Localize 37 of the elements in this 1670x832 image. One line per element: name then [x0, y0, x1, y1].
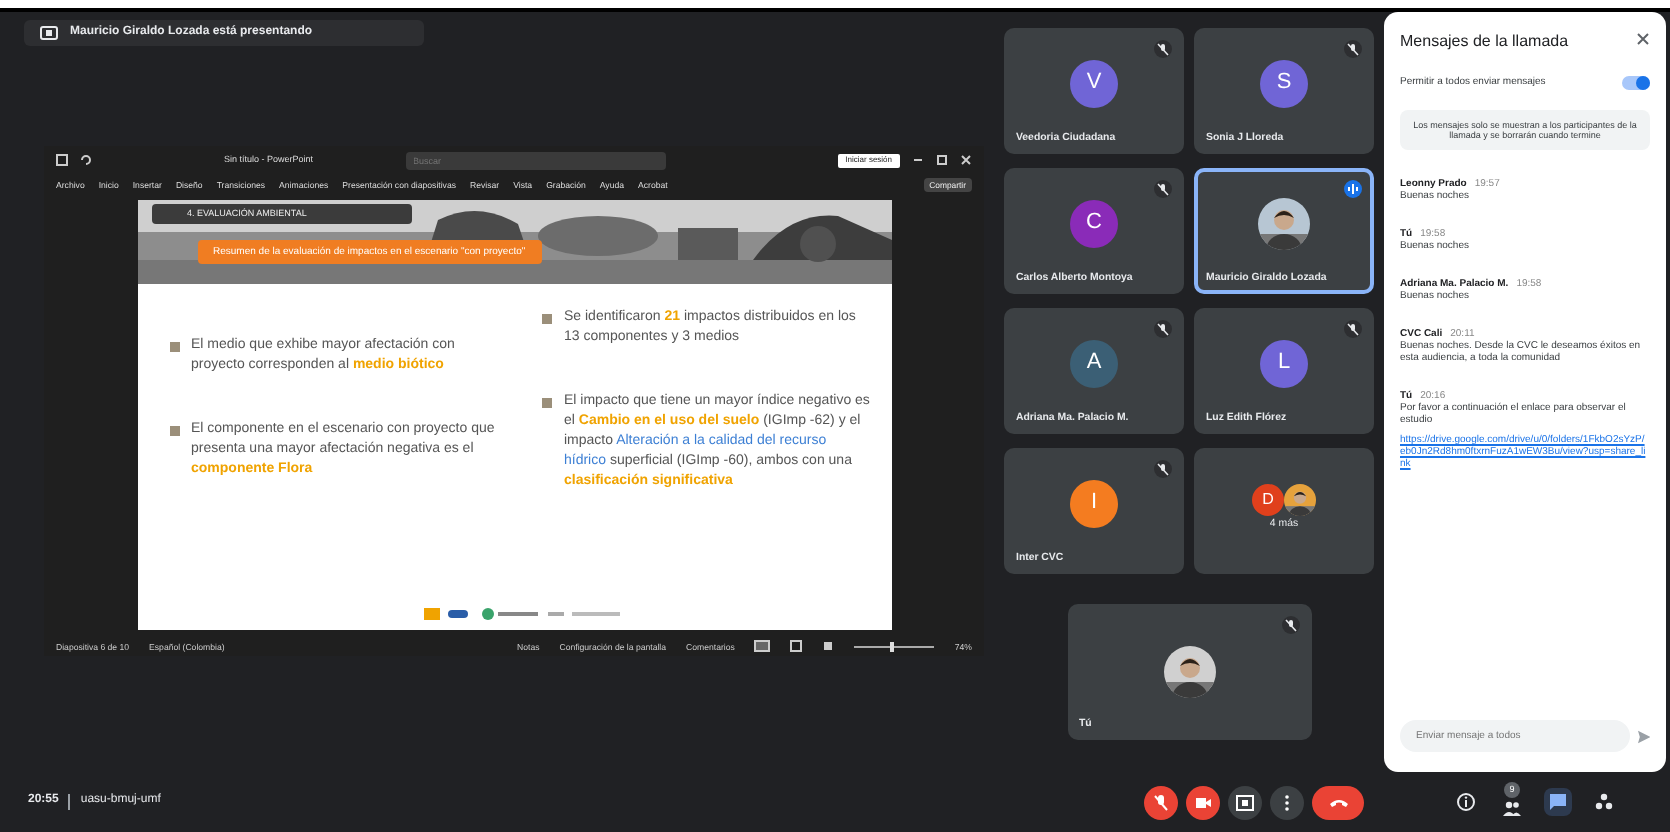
normal-view-icon[interactable]: [754, 640, 771, 653]
hang-up-button[interactable]: [1312, 785, 1364, 819]
toggle-switch[interactable]: [1622, 75, 1650, 90]
bullet-icon: [169, 342, 179, 353]
reading-view-icon[interactable]: [822, 640, 835, 653]
minimize-icon[interactable]: [912, 154, 924, 167]
avatar: D: [1252, 483, 1284, 515]
avatar: I: [1070, 479, 1118, 527]
slide-sorter-icon[interactable]: [790, 640, 803, 653]
bullet-icon: [542, 398, 552, 409]
activities-icon: [1594, 792, 1614, 812]
avatar: A: [1070, 339, 1118, 387]
mic-button[interactable]: [1144, 785, 1178, 819]
panel-title: Mensajes de la llamada: [1400, 32, 1569, 52]
people-icon: [1502, 798, 1522, 818]
chat-icon: [1548, 792, 1568, 812]
undo-icon[interactable]: [80, 154, 92, 167]
mic-off-icon: [1150, 791, 1172, 813]
avatar: L: [1260, 339, 1308, 387]
chat-button[interactable]: [1544, 788, 1572, 816]
save-icon[interactable]: [56, 154, 68, 167]
present-icon: [1234, 791, 1256, 813]
info-button[interactable]: [1452, 788, 1480, 816]
camera-button[interactable]: [1186, 785, 1220, 819]
maximize-icon[interactable]: [936, 154, 948, 167]
avatar: S: [1260, 59, 1308, 107]
more-options-button[interactable]: [1270, 785, 1304, 819]
audio-indicator-icon: [1344, 180, 1362, 198]
close-icon[interactable]: [1636, 32, 1650, 46]
present-icon: [40, 26, 58, 41]
send-icon[interactable]: [1637, 729, 1650, 743]
avatar: C: [1070, 199, 1118, 247]
present-button[interactable]: [1228, 785, 1262, 819]
avatar: V: [1070, 59, 1118, 107]
bullet-icon: [542, 314, 552, 325]
info-icon: [1456, 792, 1476, 812]
bullet-icon: [169, 426, 179, 437]
